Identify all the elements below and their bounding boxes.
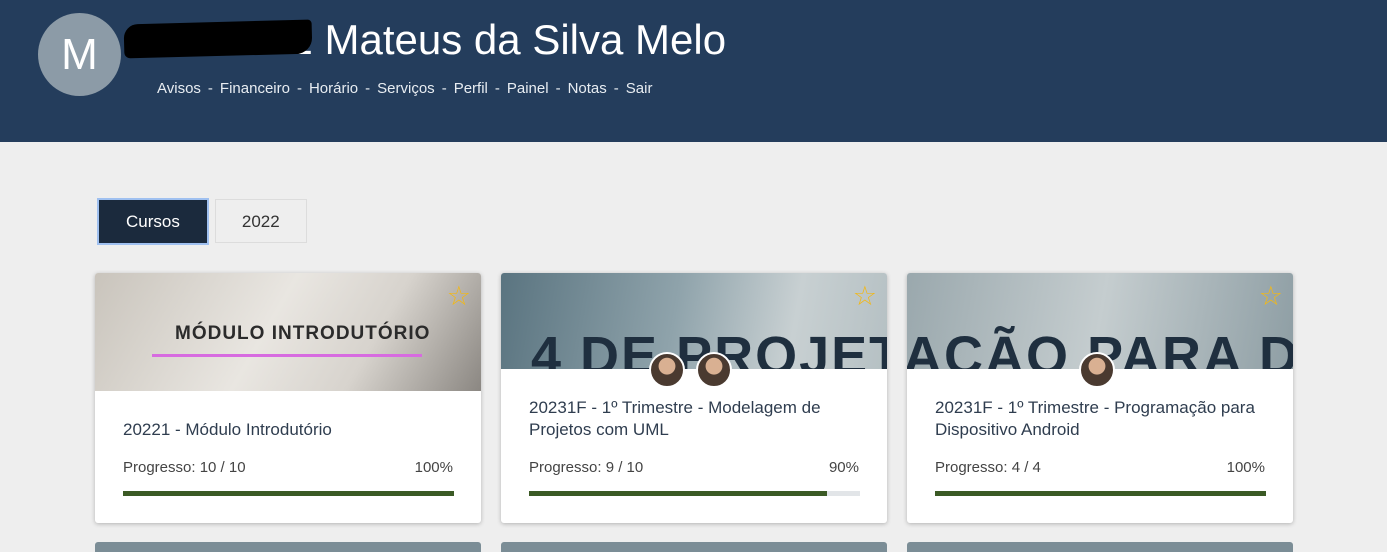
menu-separator: - (365, 80, 371, 97)
progress-bar-fill (123, 491, 454, 496)
header: M 20222022 Mateus da Silva Melo Avisos - F… (0, 0, 1387, 142)
tab-cursos[interactable]: Cursos (97, 198, 209, 245)
course-card-partial[interactable] (95, 542, 481, 552)
progress-percent: 100% (1226, 459, 1265, 476)
progress-percent: 100% (414, 459, 453, 476)
progress-bar (123, 491, 454, 496)
teacher-avatar-icon[interactable] (696, 352, 732, 388)
menu-avisos[interactable]: Avisos (157, 80, 201, 97)
menu-painel[interactable]: Painel (507, 80, 549, 97)
favorite-star-icon[interactable]: ☆ (1259, 281, 1283, 312)
menu-separator: - (555, 80, 561, 97)
course-title[interactable]: 20231F - 1º Trimestre - Modelagem de Pro… (529, 397, 859, 441)
course-tabs: Cursos 2022 (97, 198, 313, 245)
course-cover-image: 4 DE PROJETOS (501, 273, 887, 369)
menu-notas[interactable]: Notas (568, 80, 607, 97)
menu-separator: - (613, 80, 619, 97)
menu-separator: - (296, 80, 302, 97)
progress-label: Progresso: 10 / 10 (123, 459, 246, 476)
top-menu: Avisos - Financeiro - Horário - Serviços - Perfi… (157, 80, 652, 97)
menu-separator: - (494, 80, 500, 97)
progress-bar (935, 491, 1266, 496)
menu-sair[interactable]: Sair (626, 80, 653, 97)
course-card[interactable]: MÓDULO INTRODUTÓRIO ☆ 20221 - Módulo Int… (95, 273, 481, 523)
course-card-partial[interactable] (501, 542, 887, 552)
menu-horario[interactable]: Horário (309, 80, 358, 97)
course-title[interactable]: 20221 - Módulo Introdutório (123, 419, 453, 441)
course-card[interactable]: 4 DE PROJETOS ☆ 20231F - 1º Trimestre - … (501, 273, 887, 523)
course-cover-image: MÓDULO INTRODUTÓRIO (95, 273, 481, 391)
menu-separator: - (441, 80, 447, 97)
menu-perfil[interactable]: Perfil (454, 80, 488, 97)
progress-bar (529, 491, 860, 496)
menu-financeiro[interactable]: Financeiro (220, 80, 290, 97)
progress-label: Progresso: 9 / 10 (529, 459, 644, 476)
favorite-star-icon[interactable]: ☆ (447, 281, 471, 312)
progress-bar-fill (529, 491, 827, 496)
user-avatar[interactable]: M (38, 13, 121, 96)
teacher-avatar-icon[interactable] (1079, 352, 1115, 388)
course-title[interactable]: 20231F - 1º Trimestre - Programação para… (935, 397, 1265, 441)
menu-servicos[interactable]: Serviços (377, 80, 435, 97)
progress-bar-fill (935, 491, 1266, 496)
progress-percent: 90% (828, 459, 859, 476)
tab-2022[interactable]: 2022 (214, 199, 307, 243)
favorite-star-icon[interactable]: ☆ (853, 281, 877, 312)
redaction-mark (140, 38, 305, 54)
course-card[interactable]: AÇÃO PARA DI ☆ 20231F - 1º Trimestre - P… (907, 273, 1293, 523)
cover-underline (152, 354, 422, 357)
teacher-avatar-icon[interactable] (649, 352, 685, 388)
cover-text: MÓDULO INTRODUTÓRIO (175, 323, 431, 344)
course-card-partial[interactable] (907, 542, 1293, 552)
menu-separator: - (207, 80, 213, 97)
progress-label: Progresso: 4 / 4 (935, 459, 1041, 476)
